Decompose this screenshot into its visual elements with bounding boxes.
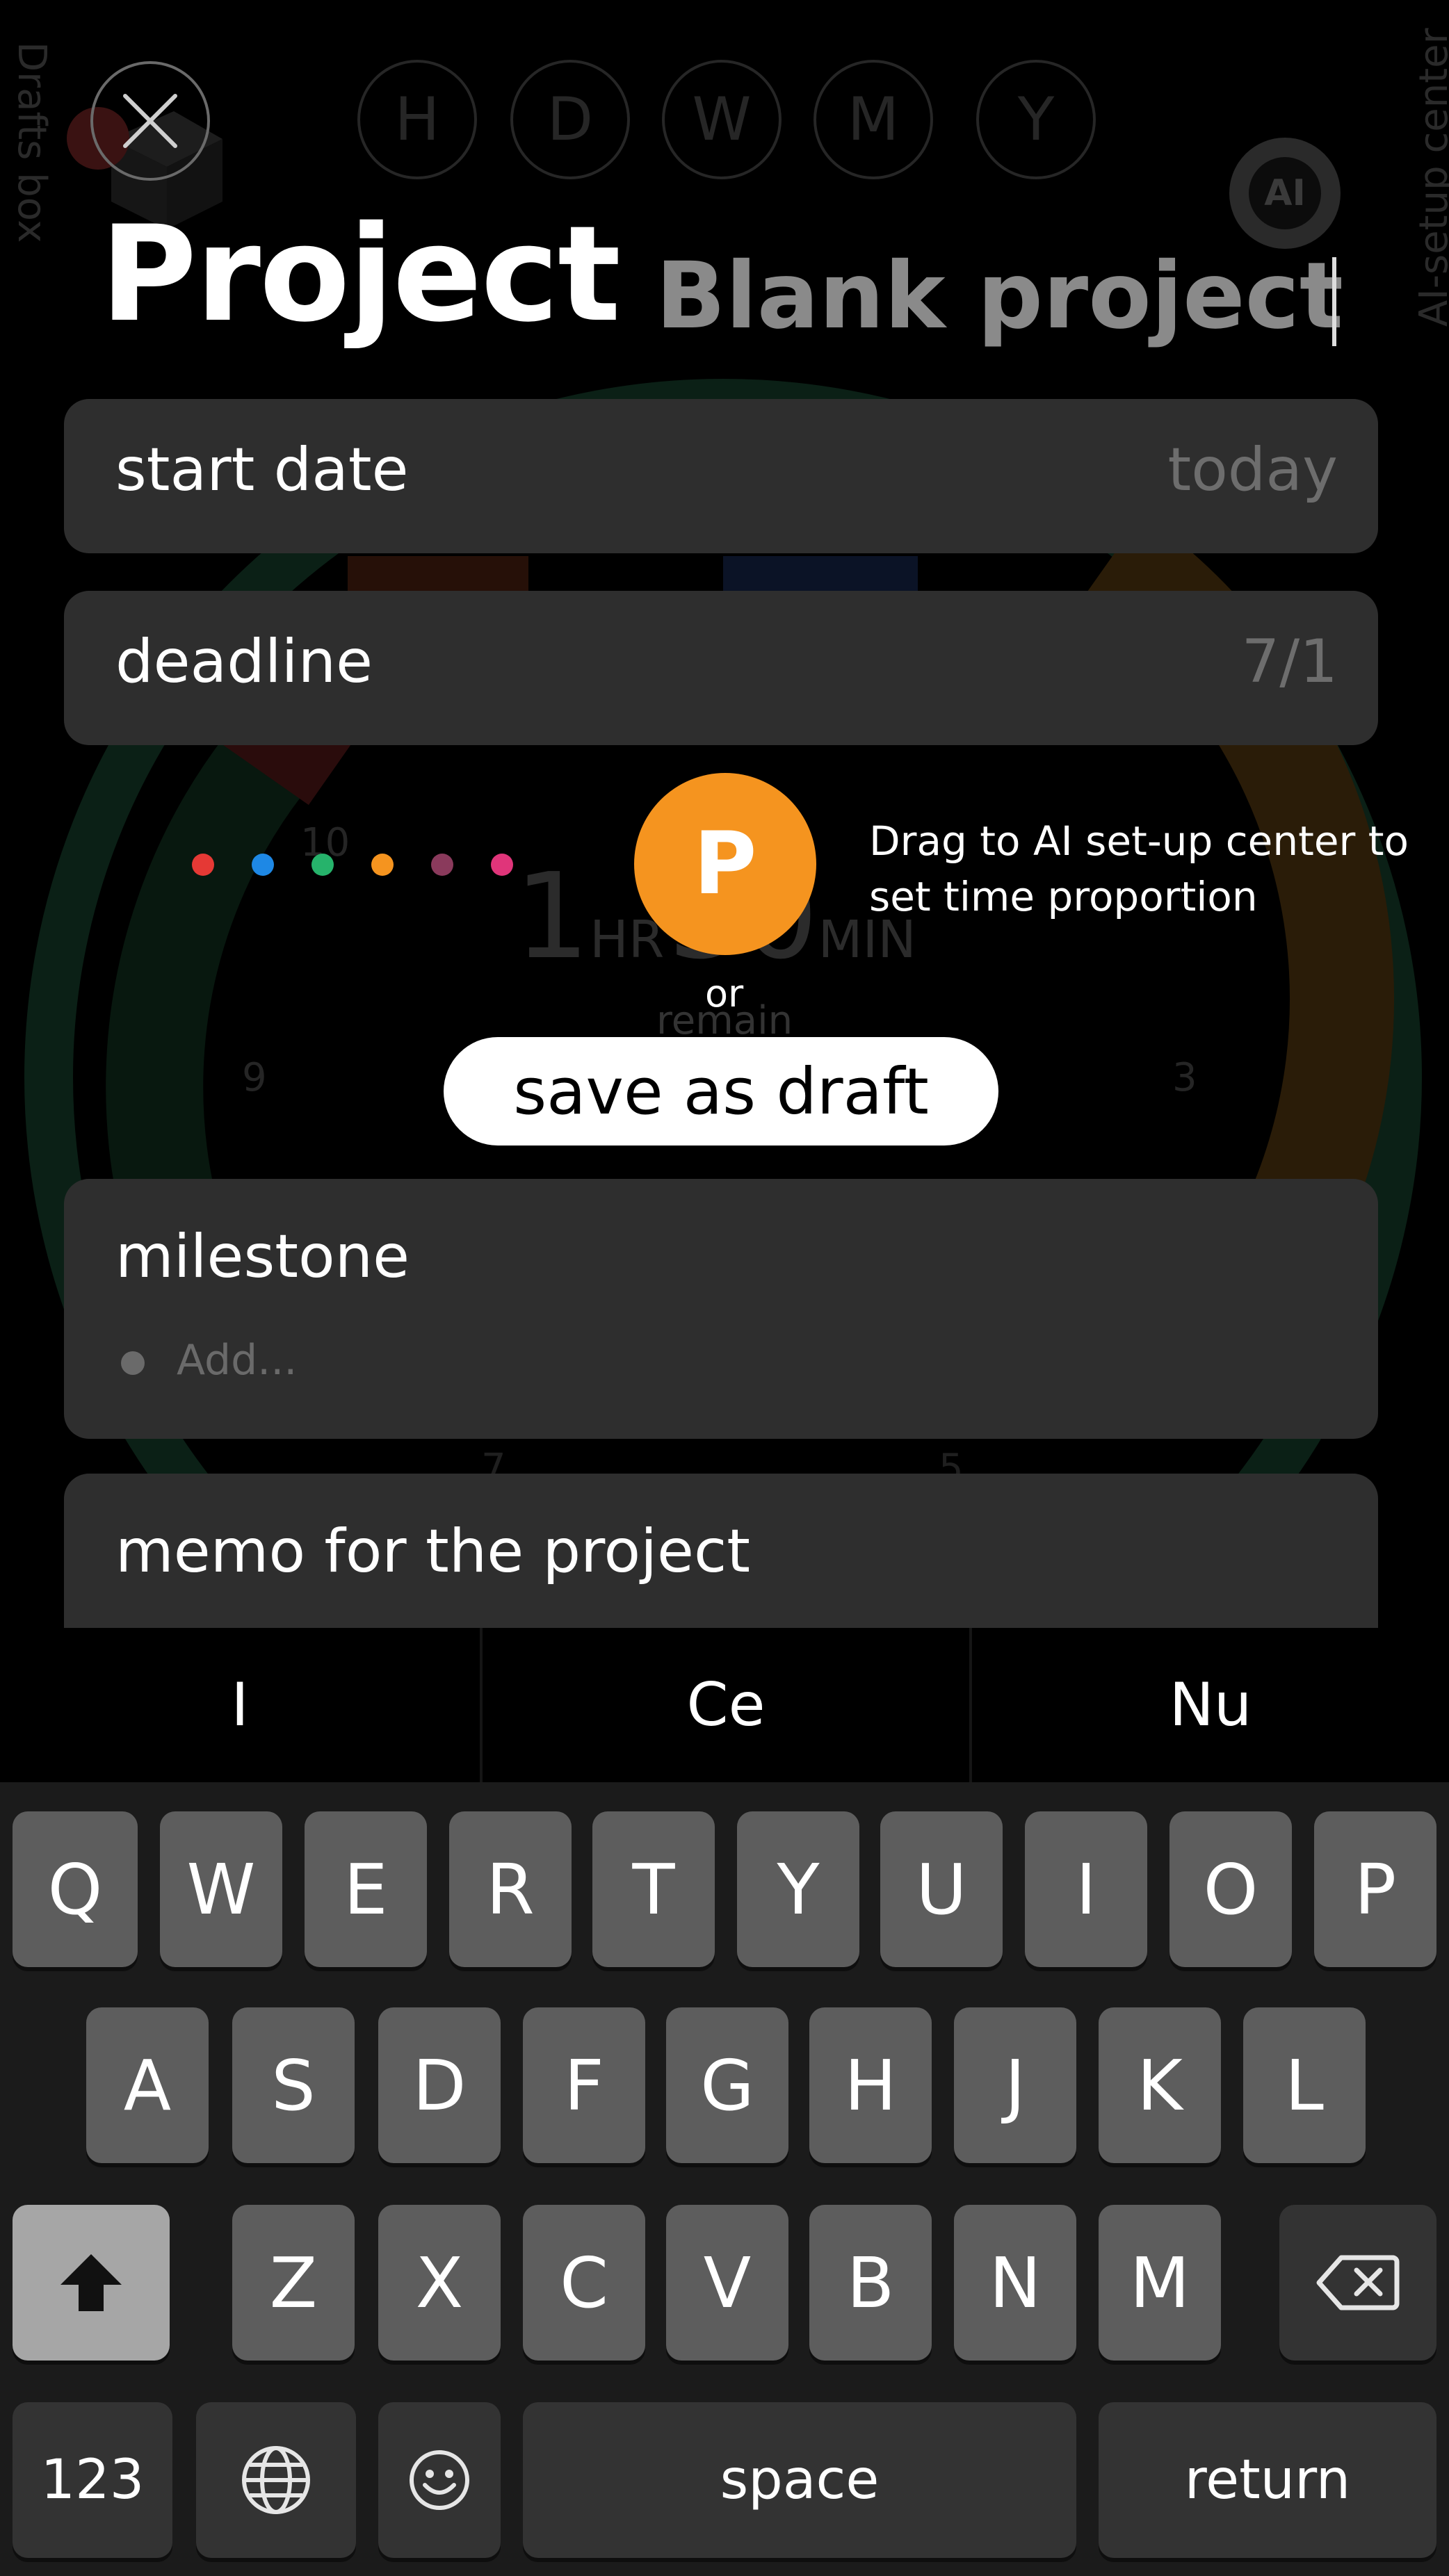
key-u[interactable]: U xyxy=(880,1811,1003,1967)
text-cursor xyxy=(1332,257,1336,346)
suggestion-1[interactable]: I xyxy=(0,1628,480,1782)
milestone-label: milestone xyxy=(115,1222,410,1291)
key-i[interactable]: I xyxy=(1025,1811,1147,1967)
key-j[interactable]: J xyxy=(954,2007,1076,2163)
key-r[interactable]: R xyxy=(449,1811,572,1967)
key-l[interactable]: L xyxy=(1243,2007,1366,2163)
key-x[interactable]: X xyxy=(378,2205,501,2361)
keyboard-suggestion-bar: I Ce Nu xyxy=(0,1628,1449,1782)
close-icon xyxy=(123,94,177,148)
key-a[interactable]: A xyxy=(86,2007,209,2163)
key-h[interactable]: H xyxy=(809,2007,932,2163)
emoji-key[interactable] xyxy=(378,2402,501,2558)
key-f[interactable]: F xyxy=(523,2007,645,2163)
key-o[interactable]: O xyxy=(1169,1811,1292,1967)
save-as-draft-button[interactable]: save as draft xyxy=(444,1037,998,1146)
milestone-field[interactable]: milestone Add... xyxy=(64,1179,1378,1439)
color-dot-orange[interactable] xyxy=(371,854,394,876)
key-t[interactable]: T xyxy=(592,1811,715,1967)
suggestion-3[interactable]: Nu xyxy=(972,1628,1449,1782)
key-e[interactable]: E xyxy=(305,1811,427,1967)
milestone-bullet xyxy=(121,1351,145,1375)
deadline-value: 7/1 xyxy=(1241,627,1338,696)
start-date-value: today xyxy=(1167,435,1338,505)
memo-field[interactable]: memo for the project xyxy=(64,1474,1378,1628)
key-v[interactable]: V xyxy=(666,2205,788,2361)
key-m[interactable]: M xyxy=(1099,2205,1221,2361)
project-name-input[interactable]: Blank project xyxy=(656,250,1343,342)
numbers-key[interactable]: 123 xyxy=(13,2402,172,2558)
key-p[interactable]: P xyxy=(1314,1811,1436,1967)
color-dot-green[interactable] xyxy=(311,854,334,876)
deadline-field[interactable]: deadline 7/1 xyxy=(64,591,1378,745)
color-dot-blue[interactable] xyxy=(252,854,274,876)
backspace-icon xyxy=(1316,2255,1400,2310)
key-k[interactable]: K xyxy=(1099,2007,1221,2163)
color-dot-red[interactable] xyxy=(192,854,214,876)
deadline-label: deadline xyxy=(115,627,373,696)
key-b[interactable]: B xyxy=(809,2205,932,2361)
key-d[interactable]: D xyxy=(378,2007,501,2163)
suggestion-2[interactable]: Ce xyxy=(483,1628,969,1782)
globe-icon xyxy=(242,2446,310,2514)
key-s[interactable]: S xyxy=(232,2007,355,2163)
clock-number-9: 9 xyxy=(242,1055,267,1100)
start-date-field[interactable]: start date today xyxy=(64,399,1378,553)
space-key[interactable]: space xyxy=(523,2402,1076,2558)
start-date-label: start date xyxy=(115,435,409,505)
emoji-icon xyxy=(410,2450,469,2510)
key-n[interactable]: N xyxy=(954,2205,1076,2361)
key-y[interactable]: Y xyxy=(737,1811,859,1967)
page-title: Project xyxy=(100,197,621,351)
key-w[interactable]: W xyxy=(160,1811,282,1967)
color-dot-pink[interactable] xyxy=(491,854,513,876)
clock-number-3: 3 xyxy=(1172,1055,1197,1100)
project-category-button[interactable]: P xyxy=(634,773,816,955)
key-c[interactable]: C xyxy=(523,2205,645,2361)
key-z[interactable]: Z xyxy=(232,2205,355,2361)
key-q[interactable]: Q xyxy=(13,1811,138,1967)
return-key[interactable]: return xyxy=(1099,2402,1436,2558)
delete-key[interactable] xyxy=(1279,2205,1436,2361)
close-button[interactable] xyxy=(90,61,210,181)
milestone-add-input[interactable]: Add... xyxy=(177,1336,297,1385)
or-label: or xyxy=(705,972,744,1016)
shift-arrow-icon xyxy=(60,2254,122,2311)
globe-key[interactable] xyxy=(196,2402,356,2558)
color-dot-maroon[interactable] xyxy=(431,854,453,876)
drag-hint-text: Drag to AI set-up center to set time pro… xyxy=(869,817,1409,920)
on-screen-keyboard: Q W E R T Y U I O P A S D F G H J K L Z … xyxy=(0,1782,1449,2576)
key-g[interactable]: G xyxy=(666,2007,788,2163)
memo-label: memo for the project xyxy=(115,1517,750,1586)
shift-key[interactable] xyxy=(13,2205,170,2361)
